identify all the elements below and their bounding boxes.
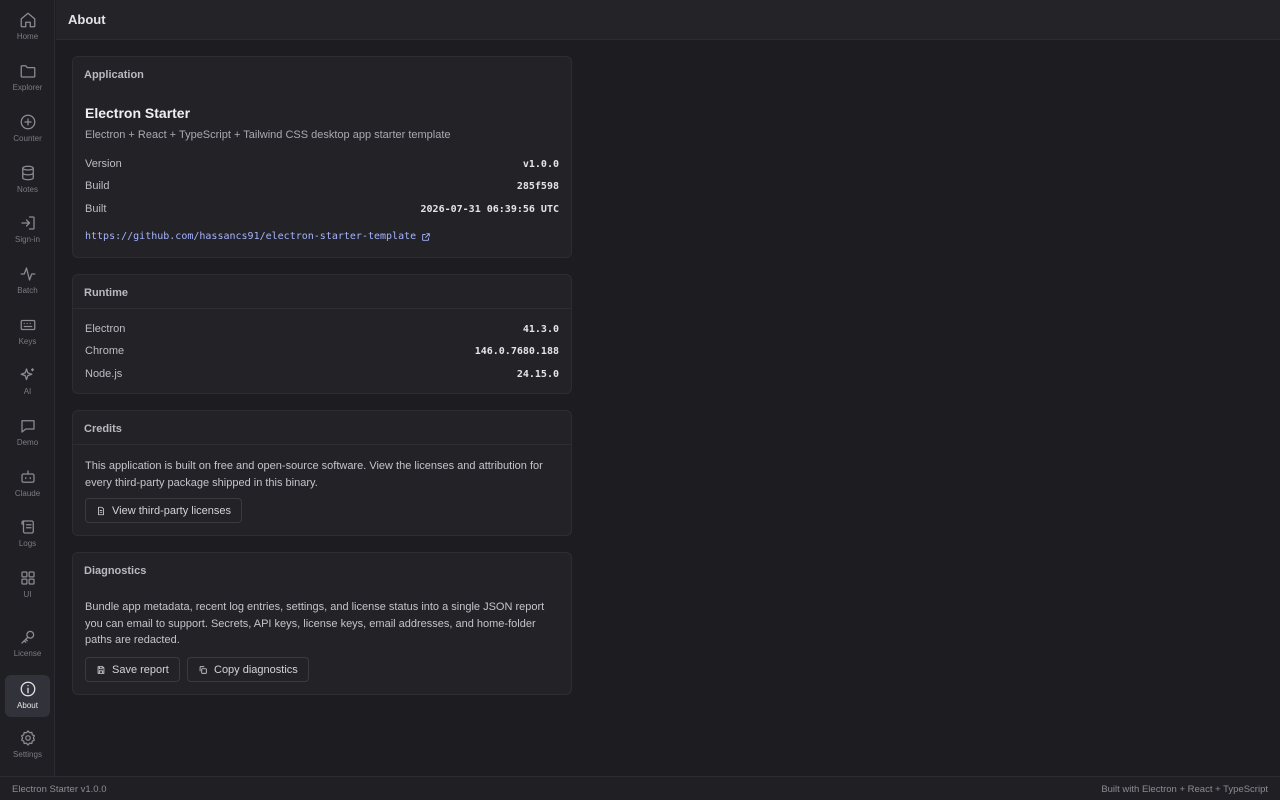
built-label: Built [85, 203, 107, 215]
sidebar-item-label: Notes [17, 185, 38, 194]
diagnostics-card: Diagnostics Bundle app metadata, recent … [72, 552, 572, 695]
button-label: Save report [112, 663, 169, 676]
diagnostics-text: Bundle app metadata, recent log entries,… [85, 601, 545, 646]
status-built-with: Built with Electron + React + TypeScript [1101, 784, 1268, 795]
sidebar-item-claude[interactable]: Claude [5, 463, 50, 505]
sparkles-icon [20, 368, 34, 381]
chrome-label: Chrome [85, 345, 125, 357]
sidebar-item-label: Home [16, 32, 39, 41]
runtime-card: Runtime Electron 41.3.0 Chrome 146.0.768… [72, 274, 572, 394]
version-label: Version [85, 158, 122, 170]
build-row: Build 285f598 [85, 179, 559, 193]
card-heading: Runtime [73, 275, 571, 309]
sidebar-item-label: Counter [13, 134, 42, 143]
built-row: Built 2026-07-31 06:39:56 UTC [85, 202, 559, 216]
electron-label: Electron [85, 323, 126, 335]
sidebar-item-label: Logs [18, 539, 37, 548]
grid-icon [20, 571, 35, 585]
version-row: Version v1.0.0 [85, 157, 559, 171]
sidebar-item-label: AI [23, 387, 32, 396]
copy-icon [199, 665, 207, 674]
chrome-row: Chrome 146.0.7680.188 [85, 344, 559, 358]
activity-icon [20, 267, 35, 281]
sign-in-icon [20, 216, 35, 230]
sidebar-item-label: Keys [18, 337, 37, 346]
keyboard-icon [20, 319, 35, 331]
chrome-version: 146.0.7680.188 [474, 345, 559, 357]
file-text-icon [98, 506, 104, 515]
external-link-icon [422, 232, 430, 241]
button-label: View third-party licenses [112, 504, 232, 517]
view-licenses-button[interactable]: View third-party licenses [85, 498, 243, 523]
sidebar-item-label: Batch [17, 286, 38, 295]
sidebar-item-about[interactable]: About [5, 675, 50, 717]
node-version: 24.15.0 [516, 368, 559, 380]
version-value: v1.0.0 [522, 158, 559, 170]
card-heading: Application [84, 69, 144, 81]
sidebar-item-counter[interactable]: Counter [5, 108, 50, 150]
app-description: Electron + React + TypeScript + Tailwind… [85, 129, 451, 141]
sidebar-item-label: Demo [16, 438, 39, 447]
status-app-version: Electron Starter v1.0.0 [12, 784, 107, 795]
sidebar: Home Explorer Counter Notes Sign-in Batc… [0, 0, 55, 776]
node-label: Node.js [85, 368, 123, 380]
sidebar-item-ai[interactable]: AI [5, 361, 50, 403]
sidebar-item-label: Explorer [12, 83, 43, 92]
electron-row: Electron 41.3.0 [85, 322, 559, 336]
scroll-icon [20, 520, 34, 534]
card-heading: Credits [73, 411, 571, 445]
folder-icon [20, 65, 35, 78]
home-icon [20, 12, 35, 28]
button-label: Copy diagnostics [214, 663, 298, 676]
sidebar-item-settings[interactable]: Settings [5, 724, 50, 766]
bot-icon [20, 470, 35, 483]
sidebar-item-label: Sign-in [15, 235, 40, 244]
sidebar-item-label: License [13, 649, 42, 658]
sidebar-item-ui[interactable]: UI [5, 564, 50, 606]
sidebar-item-logs[interactable]: Logs [5, 513, 50, 555]
node-row: Node.js 24.15.0 [85, 367, 559, 381]
top-bar: About [56, 0, 1280, 40]
card-heading: Diagnostics [84, 565, 147, 577]
credits-text: This application is built on free and op… [85, 460, 543, 489]
sidebar-item-label: Settings [13, 750, 42, 759]
sidebar-item-label: About [17, 701, 38, 710]
info-icon [20, 681, 35, 697]
plus-circle-icon [20, 114, 35, 130]
save-report-button[interactable]: Save report [85, 657, 180, 682]
build-label: Build [85, 180, 110, 192]
page-title: About [68, 12, 106, 27]
sidebar-item-home[interactable]: Home [5, 6, 50, 48]
sidebar-item-label: Claude [14, 489, 41, 498]
credits-card: Credits This application is built on fre… [72, 410, 572, 536]
message-square-icon [20, 420, 35, 433]
sidebar-item-explorer[interactable]: Explorer [5, 57, 50, 99]
status-bar: Electron Starter v1.0.0 Built with Elect… [0, 776, 1280, 800]
copy-diagnostics-button[interactable]: Copy diagnostics [187, 657, 309, 682]
app-name: Electron Starter [85, 105, 191, 121]
sidebar-item-sign-in[interactable]: Sign-in [5, 209, 50, 251]
sidebar-item-notes[interactable]: Notes [5, 159, 50, 201]
save-icon [97, 665, 105, 674]
build-value: 285f598 [516, 180, 559, 192]
key-icon [20, 630, 34, 644]
sidebar-item-batch[interactable]: Batch [5, 260, 50, 302]
sidebar-item-demo[interactable]: Demo [5, 412, 50, 454]
sidebar-item-label: UI [23, 590, 32, 599]
gear-icon [20, 730, 35, 746]
repo-url: https://github.com/hassancs91/electron-s… [85, 231, 417, 242]
sidebar-item-license[interactable]: License [5, 623, 50, 665]
electron-version: 41.3.0 [522, 323, 559, 335]
sidebar-item-keys[interactable]: Keys [5, 311, 50, 353]
database-icon [21, 165, 34, 181]
built-value: 2026-07-31 06:39:56 UTC [420, 203, 559, 215]
repo-link[interactable]: https://github.com/hassancs91/electron-s… [85, 231, 431, 242]
application-card: Application Electron Starter Electron + … [72, 56, 572, 258]
